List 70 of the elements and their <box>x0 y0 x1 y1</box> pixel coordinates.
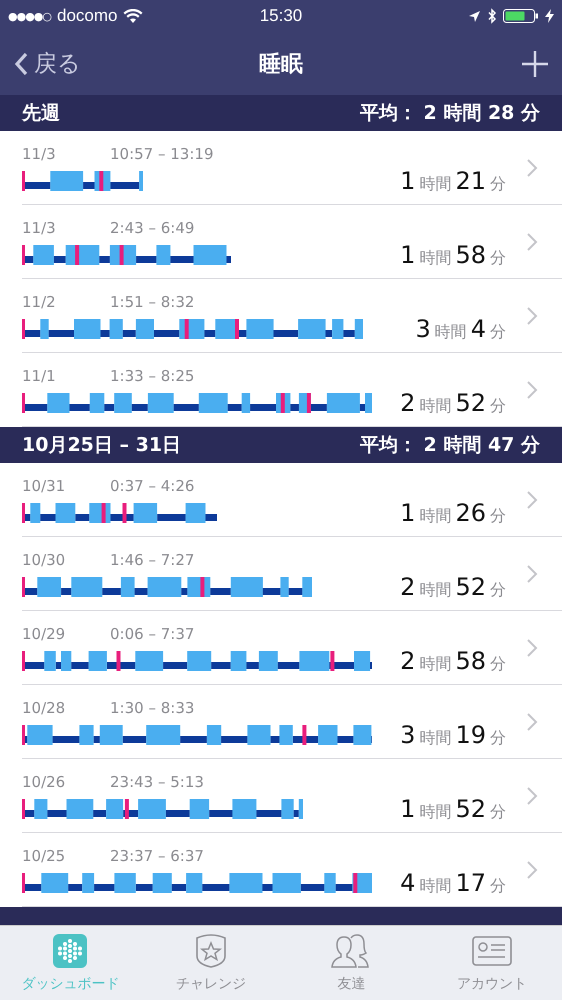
sleep-entry-row[interactable]: 10/25 23:37 – 6:37 4 時間 17 分 <box>22 833 562 907</box>
date-label: 11/1 <box>22 366 57 384</box>
sleep-entry-row[interactable]: 11/3 10:57 – 13:19 1 時間 21 分 <box>22 131 562 205</box>
time-range: 1:51 – 8:32 <box>110 292 194 310</box>
screen-title: 睡眠 <box>259 50 303 78</box>
battery-icon <box>502 8 539 24</box>
time-range: 10:57 – 13:19 <box>110 144 214 162</box>
section-title: 10月25日 – 31日 <box>22 433 182 458</box>
chevron-right-icon <box>526 158 538 178</box>
sleep-entry-row[interactable]: 10/28 1:30 – 8:33 3 時間 19 分 <box>22 685 562 759</box>
sleep-duration: 1 時間 26 分 <box>400 498 506 526</box>
wifi-icon <box>123 8 144 24</box>
chevron-right-icon <box>526 564 538 584</box>
sleep-duration: 4 時間 17 分 <box>400 868 506 896</box>
date-label: 10/26 <box>22 772 66 790</box>
chevron-right-icon <box>526 490 538 510</box>
id-card-icon <box>472 934 512 968</box>
people-icon <box>331 934 372 968</box>
sleep-duration: 3 時間 4 分 <box>415 314 506 342</box>
carrier-name: docomo <box>57 6 118 26</box>
date-label: 10/28 <box>22 698 66 716</box>
sleep-duration: 1 時間 52 分 <box>400 794 506 822</box>
chevron-left-icon <box>14 52 28 76</box>
date-label: 11/2 <box>22 292 57 310</box>
date-label: 10/30 <box>22 550 66 568</box>
time-range: 1:33 – 8:25 <box>110 366 194 384</box>
sleep-entry-row[interactable]: 11/1 1:33 – 8:25 2 時間 52 分 <box>22 353 562 427</box>
bluetooth-icon <box>486 8 497 24</box>
time-range: 1:30 – 8:33 <box>110 698 194 716</box>
sleep-duration: 1 時間 58 分 <box>400 240 506 268</box>
grid-dots-icon <box>53 934 88 968</box>
date-label: 10/25 <box>22 846 66 864</box>
sleep-entry-row[interactable]: 10/29 0:06 – 7:37 2 時間 58 分 <box>22 611 562 685</box>
chevron-right-icon <box>526 232 538 252</box>
chevron-right-icon <box>526 712 538 732</box>
sleep-entry-row[interactable]: 10/30 1:46 – 7:27 2 時間 52 分 <box>22 537 562 611</box>
time-range: 2:43 – 6:49 <box>110 218 194 236</box>
signal-dots: ●●●●○ <box>8 10 51 22</box>
back-button[interactable]: 戻る <box>14 48 124 79</box>
shield-star-icon <box>194 934 228 968</box>
sleep-entry-row[interactable]: 11/3 2:43 – 6:49 1 時間 58 分 <box>22 205 562 279</box>
chevron-right-icon <box>526 306 538 326</box>
chevron-right-icon <box>526 380 538 400</box>
plus-icon <box>522 50 548 76</box>
time-range: 23:43 – 5:13 <box>110 772 204 790</box>
date-label: 10/31 <box>22 476 66 494</box>
sleep-duration: 1 時間 21 分 <box>400 166 506 194</box>
sleep-duration: 2 時間 52 分 <box>400 572 506 600</box>
time-range: 23:37 – 6:37 <box>110 846 204 864</box>
date-label: 10/29 <box>22 624 66 642</box>
location-arrow-icon <box>468 10 481 22</box>
section-title: 先週 <box>22 101 60 126</box>
sleep-duration: 2 時間 58 分 <box>400 646 506 674</box>
sleep-duration: 3 時間 19 分 <box>400 720 506 748</box>
chevron-right-icon <box>526 786 538 806</box>
average-duration: 平均： 2 時間 47 分 <box>360 433 540 458</box>
date-label: 11/3 <box>22 144 57 162</box>
time-range: 0:06 – 7:37 <box>110 624 194 642</box>
time-range: 0:37 – 4:26 <box>110 476 194 494</box>
chevron-right-icon <box>526 638 538 658</box>
chevron-right-icon <box>526 860 538 880</box>
sleep-entry-row[interactable]: 10/31 0:37 – 4:26 1 時間 26 分 <box>22 463 562 537</box>
clock: 15:30 <box>260 6 302 26</box>
sleep-entry-row[interactable]: 10/26 23:43 – 5:13 1 時間 52 分 <box>22 759 562 833</box>
date-label: 11/3 <box>22 218 57 236</box>
sleep-entry-row[interactable]: 11/2 1:51 – 8:32 3 時間 4 分 <box>22 279 562 353</box>
time-range: 1:46 – 7:27 <box>110 550 194 568</box>
charging-bolt-icon <box>544 9 554 23</box>
average-duration: 平均： 2 時間 28 分 <box>360 101 540 126</box>
sleep-duration: 2 時間 52 分 <box>400 388 506 416</box>
